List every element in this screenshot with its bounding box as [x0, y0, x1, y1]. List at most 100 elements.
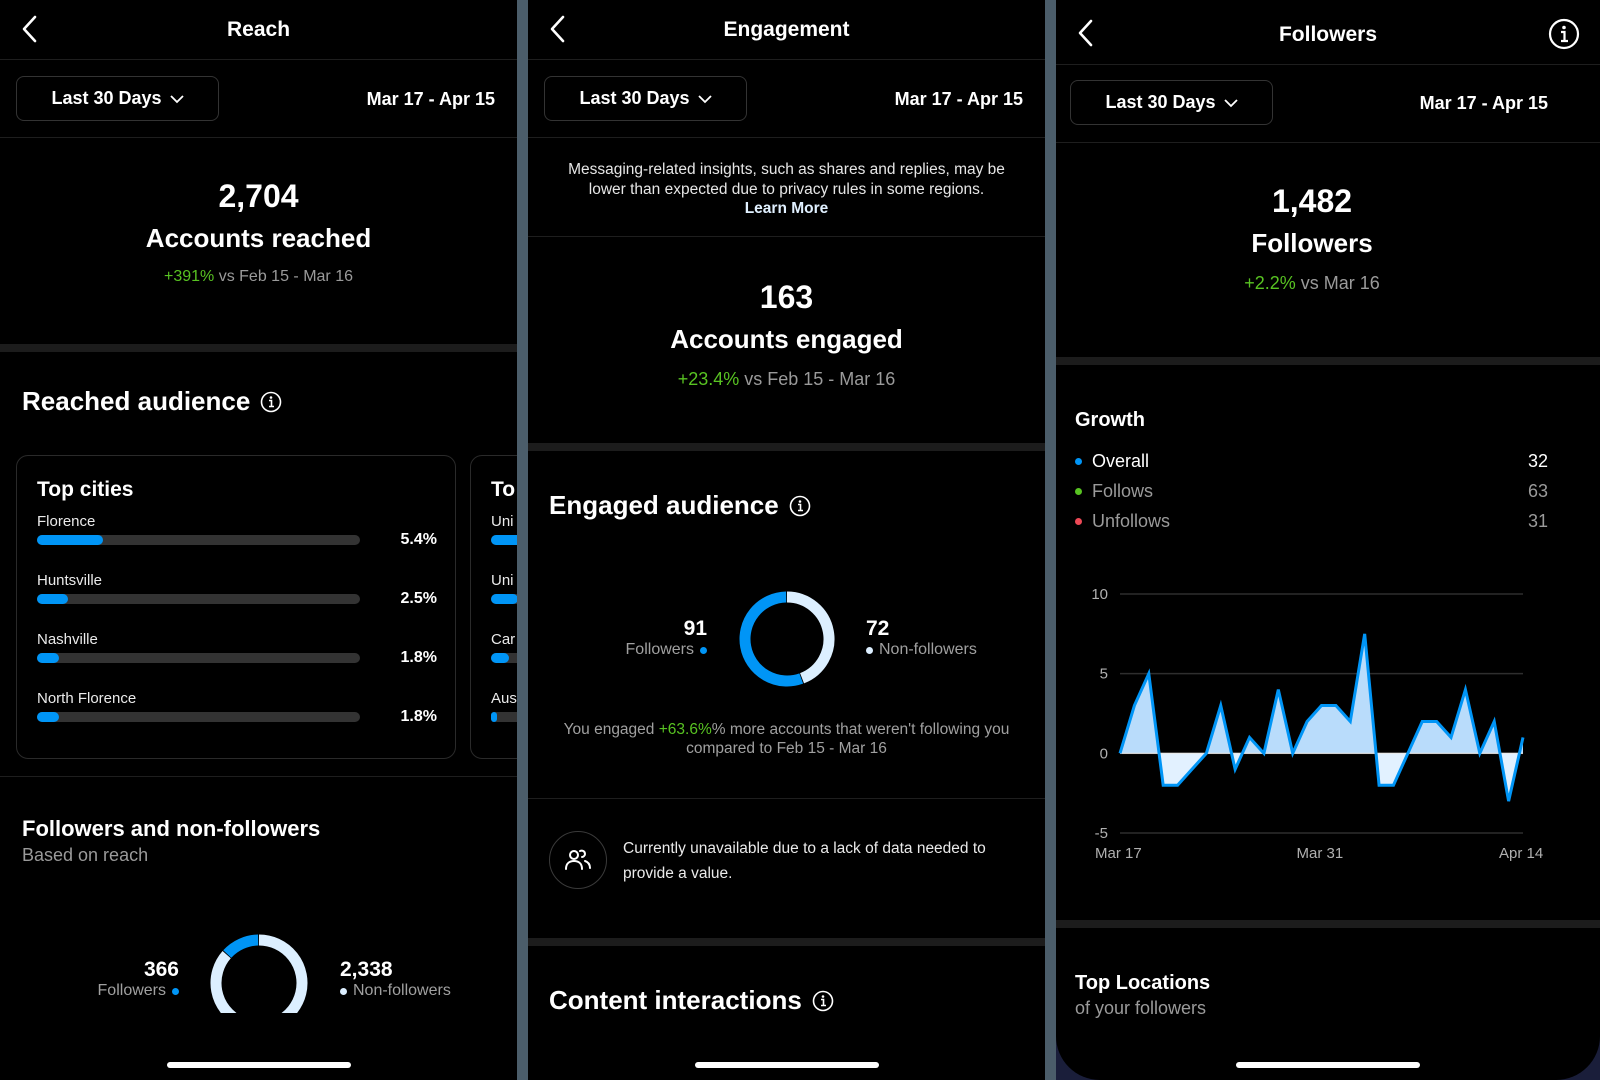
- donut-segment-followers: [739, 591, 804, 687]
- city-name: Huntsville: [37, 572, 103, 589]
- legend-item-follows[interactable]: Follows 63: [1075, 476, 1548, 506]
- top-bar: Reach: [0, 0, 517, 60]
- city-percent: 5.4%: [400, 531, 437, 548]
- progress-track: [37, 594, 360, 604]
- progress-track: [37, 535, 360, 545]
- non-followers-legend: 72 Non-followers: [866, 617, 977, 659]
- learn-more-link[interactable]: Learn More: [745, 200, 829, 217]
- kpi-value: 1,482: [1271, 183, 1353, 219]
- legend-item-unfollows[interactable]: Unfollows 31: [1075, 506, 1548, 536]
- legend-label: Overall: [1092, 450, 1150, 471]
- progress-track: [491, 712, 517, 722]
- date-range-dropdown-label: Last 30 Days: [579, 88, 690, 108]
- filter-bar: Last 30 Days Mar 17 - Apr 15: [0, 60, 517, 138]
- city-percent: 1.8%: [400, 708, 437, 725]
- date-range-dropdown[interactable]: Last 30 Days: [544, 76, 747, 121]
- city-row: Nashville 1.8%: [37, 631, 437, 666]
- divider: [0, 776, 517, 777]
- country-row: Aus: [491, 690, 517, 722]
- progress-fill: [37, 535, 104, 545]
- country-row: Uni: [491, 513, 517, 545]
- panel-separator: [517, 0, 528, 1080]
- info-icon[interactable]: [789, 495, 811, 517]
- x-tick-label: Apr 14: [1499, 845, 1543, 862]
- reached-audience-heading: Reached audience: [22, 386, 282, 417]
- growth-title: Growth: [1075, 409, 1145, 431]
- country-name: Aus: [491, 690, 517, 707]
- country-row: Uni: [491, 572, 517, 604]
- progress-track: [37, 653, 360, 663]
- info-icon[interactable]: [1548, 18, 1580, 50]
- progress-fill: [491, 653, 509, 663]
- progress-track: [491, 594, 517, 604]
- progress-track: [491, 653, 517, 663]
- top-countries-card[interactable]: To Uni Uni Car Aus: [470, 455, 517, 759]
- progress-fill: [491, 594, 517, 604]
- kpi-compare-period: vs Feb 15 - Mar 16: [214, 268, 353, 285]
- card-title: Top cities: [37, 478, 134, 501]
- kpi-compare-period: vs Feb 15 - Mar 16: [739, 369, 896, 389]
- date-range-dropdown[interactable]: Last 30 Days: [1070, 80, 1273, 125]
- followers-nonfollowers-heading: Followers and non-followers Based on rea…: [22, 816, 320, 866]
- city-row: Huntsville 2.5%: [37, 572, 437, 607]
- page-title: Followers: [1278, 23, 1378, 46]
- non-followers-value: 2,338: [340, 958, 393, 981]
- kpi-compare-period: vs Mar 16: [1295, 273, 1380, 293]
- non-followers-value: 72: [866, 617, 890, 640]
- legend-label: Unfollows: [1092, 510, 1171, 531]
- non-followers-label: Non-followers: [340, 982, 451, 1000]
- legend-dot-icon: [1075, 517, 1082, 525]
- y-tick-label: 0: [1100, 745, 1108, 762]
- home-indicator: [694, 1062, 879, 1068]
- x-tick-label: Mar 31: [1297, 845, 1344, 862]
- section-divider: [1056, 357, 1600, 365]
- legend-dot-icon: [1075, 457, 1082, 465]
- divider: [528, 798, 1045, 799]
- reach-screen: Reach Last 30 Days Mar 17 - Apr 15 2,704…: [0, 0, 517, 1080]
- summary-change: +63.6%: [658, 721, 712, 738]
- legend-value: 31: [1527, 510, 1548, 531]
- date-range-text: Mar 17 - Apr 15: [1419, 93, 1548, 113]
- privacy-notice: Messaging-related insights, such as shar…: [528, 138, 1045, 237]
- engaged-audience-heading: Engaged audience: [549, 490, 811, 521]
- info-icon[interactable]: [260, 391, 282, 413]
- progress-track: [37, 712, 360, 722]
- kpi-label: Followers: [1251, 228, 1373, 258]
- growth-legend: Overall 32 Follows 63 Unfollows 31: [1075, 446, 1548, 536]
- kpi-comparison: +391% vs Feb 15 - Mar 16: [0, 268, 517, 286]
- kpi-summary: 163 Accounts engaged +23.4% vs Feb 15 - …: [528, 237, 1045, 443]
- page-title: Reach: [226, 18, 291, 41]
- blue-dot-icon: [700, 646, 707, 654]
- date-range-dropdown-label: Last 30 Days: [51, 88, 162, 108]
- kpi-label: Accounts reached: [145, 223, 372, 253]
- home-indicator: [166, 1062, 351, 1068]
- content-interactions-heading: Content interactions: [549, 985, 834, 1016]
- engagement-screen: Engagement Last 30 Days Mar 17 - Apr 15 …: [528, 0, 1045, 1080]
- section-title: Reached audience: [22, 386, 251, 416]
- legend-item-overall[interactable]: Overall 32: [1075, 446, 1548, 476]
- unavailable-message: Currently unavailable due to a lack of d…: [623, 840, 986, 882]
- top-cities-card: Top cities Florence 5.4% Huntsville 2.5% Nas…: [16, 455, 456, 759]
- legend-label: Follows: [1092, 480, 1154, 501]
- y-tick-label: 10: [1091, 586, 1108, 603]
- engaged-donut-chart: [739, 591, 835, 687]
- chevron-down-icon: [1223, 98, 1238, 107]
- y-tick-label: 5: [1100, 666, 1108, 683]
- people-icon-circle: [549, 831, 607, 889]
- section-title: Top Locations: [1075, 972, 1211, 994]
- info-icon[interactable]: [812, 990, 834, 1012]
- date-range-dropdown[interactable]: Last 30 Days: [16, 76, 219, 121]
- date-range-dropdown-label: Last 30 Days: [1105, 92, 1216, 112]
- kpi-change: +23.4%: [677, 369, 740, 389]
- card-title: To: [491, 478, 516, 501]
- x-tick-label: Mar 17: [1095, 845, 1142, 862]
- legend-value: 63: [1527, 480, 1548, 501]
- y-tick-label: -5: [1095, 825, 1108, 842]
- page-title: Engagement: [723, 18, 850, 41]
- non-followers-label: Non-followers: [866, 641, 977, 659]
- followers-label: Followers: [98, 982, 179, 1000]
- progress-fill: [37, 594, 68, 604]
- followers-label: Followers: [626, 641, 707, 659]
- country-name: Car: [491, 631, 516, 648]
- section-divider: [528, 443, 1045, 451]
